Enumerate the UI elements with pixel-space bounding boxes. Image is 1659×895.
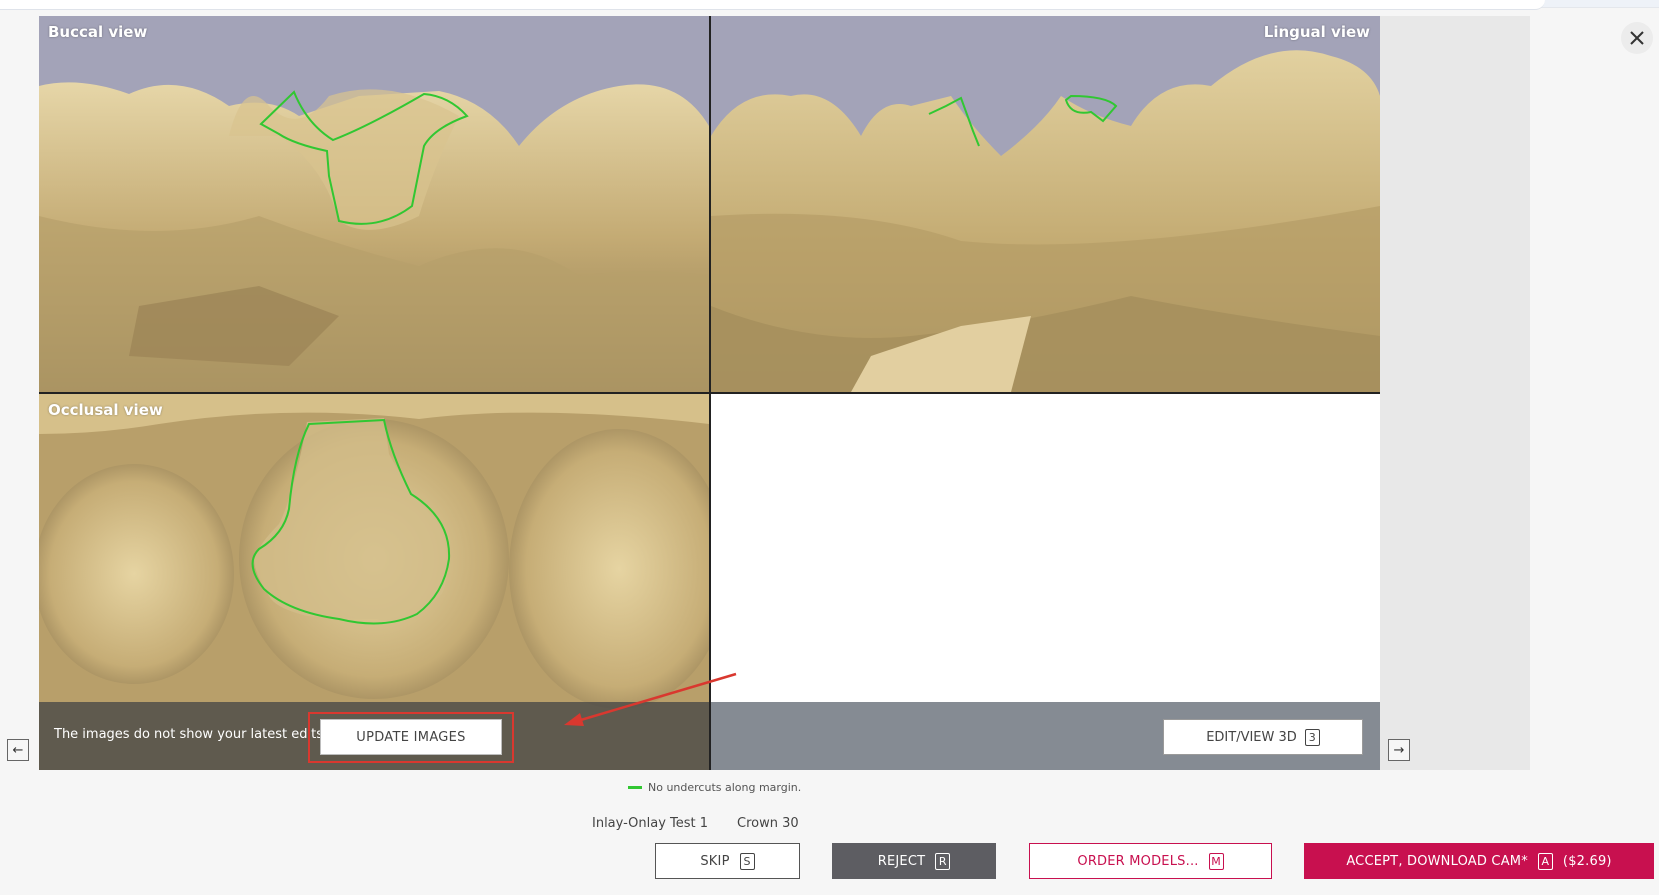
buccal-view-image (39, 16, 709, 392)
buccal-view-panel[interactable]: Buccal view (39, 16, 709, 392)
close-glyph (1630, 31, 1644, 45)
shortcut-key-a: A (1537, 852, 1553, 870)
view-divider-horizontal (39, 392, 1380, 394)
lingual-view-panel[interactable]: Lingual view (711, 16, 1380, 392)
skip-button[interactable]: SKIP S (655, 843, 800, 879)
edits-warning-text: The images do not show your latest edits… (54, 727, 328, 742)
accept-price: ($2.69) (1562, 853, 1612, 869)
address-bar[interactable] (0, 0, 1545, 10)
margin-line-swatch (628, 786, 642, 789)
close-icon[interactable] (1621, 22, 1653, 54)
reject-label: REJECT (877, 853, 926, 869)
arrow-right-icon[interactable]: → (1388, 739, 1410, 761)
lingual-view-image (711, 16, 1380, 392)
arrow-left-icon[interactable]: ← (7, 739, 29, 761)
accept-download-cam-button[interactable]: ACCEPT, DOWNLOAD CAM* A ($2.69) (1304, 843, 1654, 879)
empty-view-panel (711, 394, 1380, 702)
occlusal-view-label: Occlusal view (48, 401, 163, 419)
order-models-button[interactable]: ORDER MODELS... M (1029, 843, 1272, 879)
legend-text: No undercuts along margin. (648, 781, 802, 794)
skip-label: SKIP (700, 853, 730, 869)
reject-button[interactable]: REJECT R (832, 843, 996, 879)
shortcut-key-m: M (1208, 852, 1224, 870)
annotation-arrow (564, 672, 737, 726)
viewer-side-panel (1380, 16, 1530, 770)
shortcut-key-r: R (935, 852, 951, 870)
shortcut-key-3: 3 (1304, 728, 1320, 746)
annotation-highlight-box (308, 712, 514, 763)
shortcut-key-s: S (739, 852, 755, 870)
case-name: Inlay-Onlay Test 1 (592, 816, 709, 831)
margin-legend: No undercuts along margin. (628, 781, 801, 794)
order-models-label: ORDER MODELS... (1077, 853, 1199, 869)
edit-view-3d-label: EDIT/VIEW 3D (1206, 729, 1297, 745)
edit-view-3d-button[interactable]: EDIT/VIEW 3D 3 (1163, 719, 1363, 755)
browser-top-bar (0, 0, 1659, 10)
lingual-view-label: Lingual view (1263, 23, 1370, 41)
accept-label: ACCEPT, DOWNLOAD CAM* (1346, 853, 1528, 869)
case-type: Crown 30 (737, 816, 799, 831)
buccal-view-label: Buccal view (48, 23, 148, 41)
